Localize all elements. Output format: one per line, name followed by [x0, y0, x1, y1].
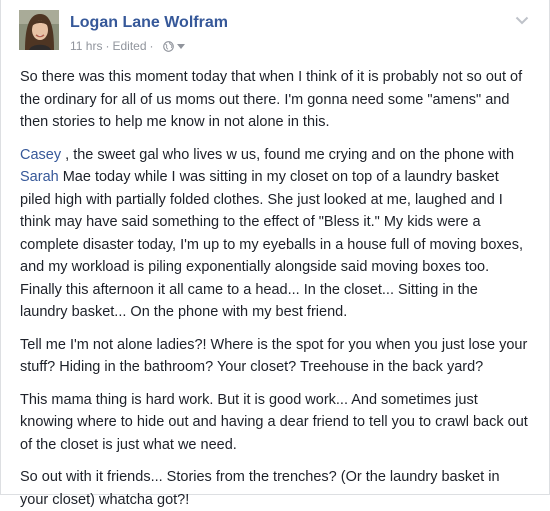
post-paragraph: Casey , the sweet gal who lives w us, fo…	[20, 144, 529, 324]
post-body: So there was this moment today that when…	[1, 62, 549, 511]
paragraph-text: , the sweet gal who lives w us, found me…	[61, 146, 515, 163]
author-avatar[interactable]	[19, 10, 59, 50]
edited-label[interactable]: Edited	[112, 39, 146, 53]
mention-link[interactable]: Sarah	[20, 169, 59, 185]
post-timestamp[interactable]: 11 hrs	[70, 39, 102, 53]
post-paragraph: So out with it friends... Stories from t…	[20, 469, 500, 508]
audience-caret-down-icon[interactable]	[176, 43, 185, 49]
author-name-link[interactable]: Logan Lane Wolfram	[70, 14, 228, 32]
post-paragraph: So there was this moment today that when…	[20, 69, 523, 130]
post-paragraph: Tell me I'm not alone ladies?! Where is …	[20, 336, 528, 376]
meta-separator: ·	[149, 39, 154, 53]
globe-icon	[162, 40, 174, 52]
avatar-photo	[19, 10, 59, 50]
mention-link[interactable]: Casey	[20, 147, 61, 163]
paragraph-text: Mae today while I was sitting in my clos…	[20, 169, 524, 320]
post-header: Logan Lane Wolfram 11 hrs · Edited ·	[1, 0, 549, 62]
meta-separator: ·	[105, 39, 110, 53]
post-options-chevron-down-icon[interactable]	[515, 16, 529, 25]
post-meta: 11 hrs · Edited ·	[70, 39, 185, 53]
post-paragraph: This mama thing is hard work. But it is …	[20, 391, 528, 453]
facebook-post: Logan Lane Wolfram 11 hrs · Edited · So …	[0, 0, 550, 508]
